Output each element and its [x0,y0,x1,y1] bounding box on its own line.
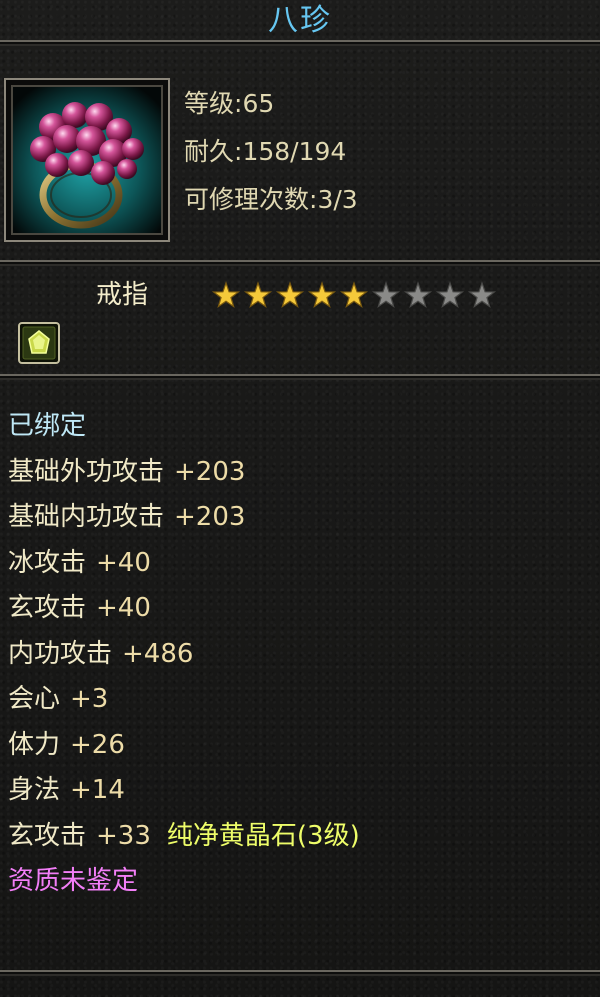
star-empty-icon [435,281,465,308]
property-name: 身法 [8,775,61,805]
property-name: 体力 [8,729,61,760]
star-filled-icon [212,281,241,308]
property-value: +40 [96,593,151,623]
property-name: 基础内功攻击 [8,502,165,532]
property-value: +3 [70,684,109,714]
property-line: 会心 +3 [8,677,360,723]
star-rating-graphic [212,281,497,308]
repair-value: 3/3 [317,185,358,214]
star-empty-icon [371,281,401,308]
property-name: 内功攻击 [8,638,113,669]
socketed-gem-name: 纯净黄晶石(3级) [166,820,360,851]
item-type: 戒指 [96,280,149,310]
property-line: 身法 +14 [8,768,360,814]
star-filled-icon [275,281,305,308]
item-name: 八珍 [268,3,332,38]
props-divider [0,374,600,380]
property-line: 基础内功攻击 +203 [8,495,360,541]
property-line: 冰攻击 +40 [8,541,360,587]
property-value: +14 [70,775,125,805]
durability-value: 158/194 [242,137,347,166]
ring-icon [13,87,161,233]
item-basic-stats: 等级:65 耐久:158/194 可修理次数:3/3 [184,80,358,224]
level-label: 等级 [184,89,235,118]
property-value: +203 [174,456,246,487]
property-line: 玄攻击 +40 [8,586,360,632]
star-filled-icon [307,281,337,308]
item-properties: 已绑定 基础外功攻击 +203 基础内功攻击 +203 冰攻击 +40 玄攻击 +40 … [8,404,360,905]
property-value: +33 [96,820,151,851]
property-name: 冰攻击 [8,547,87,578]
star-empty-icon [467,281,497,308]
repair-line: 可修理次数:3/3 [184,185,358,214]
property-value: +26 [70,729,125,760]
star-rating [212,281,502,311]
property-name: 基础外功攻击 [8,456,165,487]
header-divider [0,260,600,266]
item-icon-frame [4,78,170,242]
item-tooltip: 八珍 等级:65 耐久:158/194 可修理次数:3/3 戒指 已绑定 基础外… [0,0,600,997]
property-value: +486 [122,638,194,669]
property-name: 玄攻击 [8,820,87,851]
property-value: +40 [96,547,151,578]
property-name: 会心 [8,684,61,714]
gem-socket-icon [18,322,60,364]
property-name: 玄攻击 [8,593,87,623]
star-empty-icon [403,281,433,308]
title-divider [0,40,600,46]
level-value: 65 [242,89,275,118]
property-line: 体力 +26 [8,723,360,769]
star-filled-icon [243,281,273,308]
property-line: 基础外功攻击 +203 [8,450,360,496]
repair-label: 可修理次数 [184,185,310,214]
star-filled-icon [339,281,369,308]
identify-status: 资质未鉴定 [8,866,139,896]
level-line: 等级:65 [184,89,275,118]
durability-label: 耐久 [184,137,235,166]
bound-status: 已绑定 [8,411,87,441]
bottom-divider [0,970,600,976]
gem-property-line: 玄攻击 +33 纯净黄晶石(3级) [8,814,360,860]
durability-line: 耐久:158/194 [184,137,347,166]
property-value: +203 [174,502,246,532]
property-line: 内功攻击 +486 [8,632,360,678]
